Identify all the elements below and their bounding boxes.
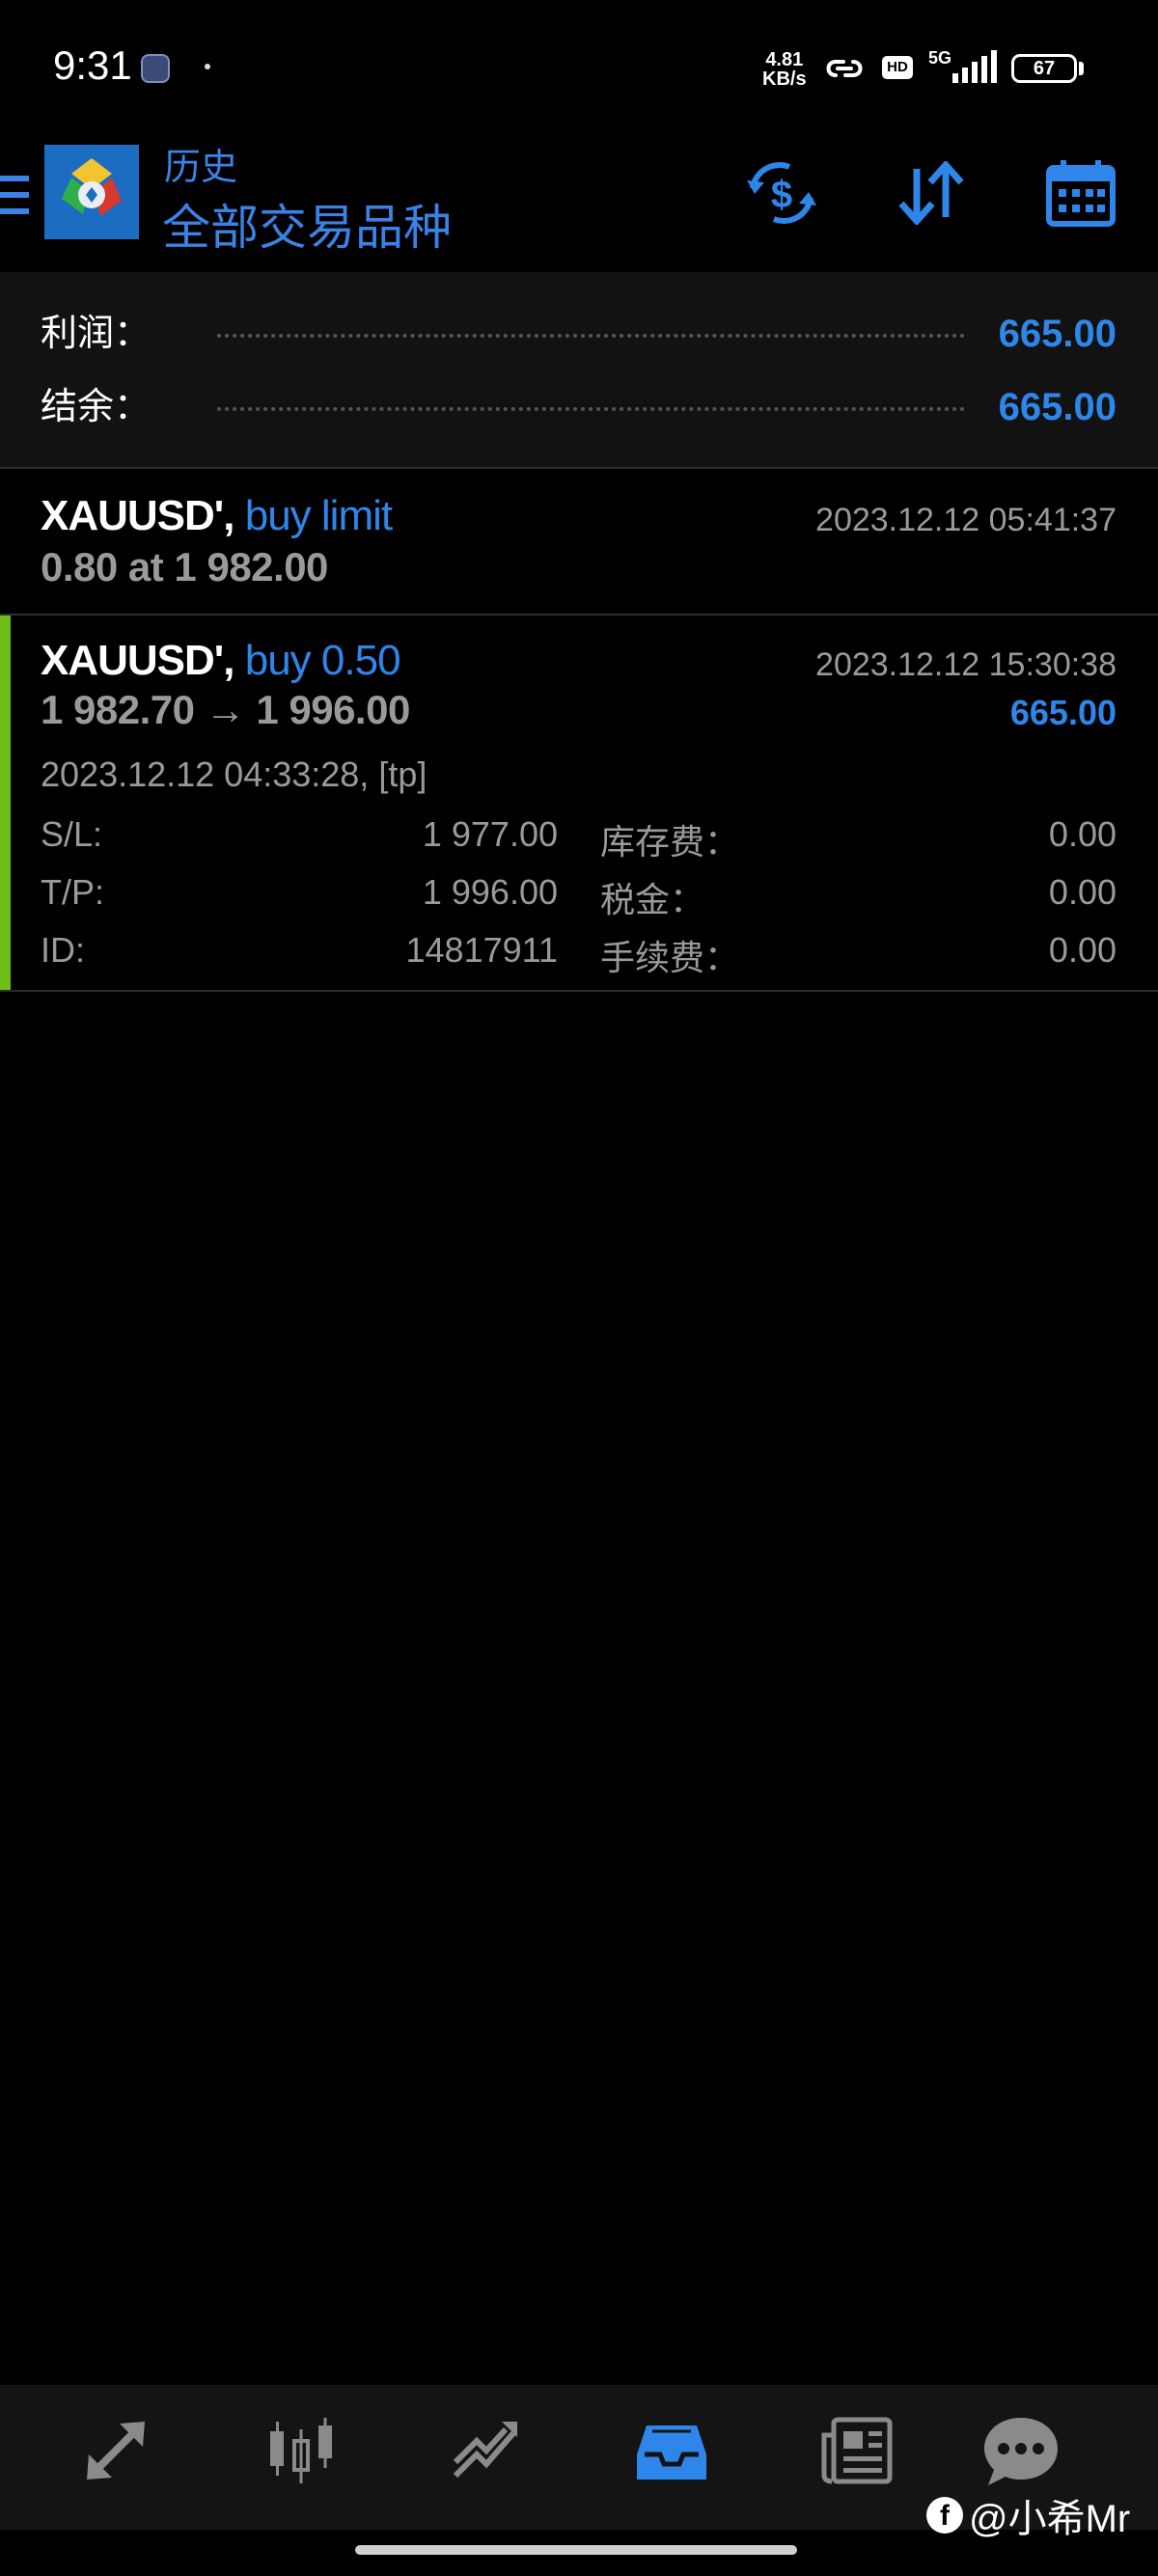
- sort-arrows-icon: [898, 161, 964, 225]
- order-separator: ,: [223, 492, 234, 539]
- menu-icon[interactable]: [0, 174, 31, 216]
- order-volume-price: 0.80 at 1 982.00: [41, 544, 328, 589]
- dotted-leader: [217, 407, 965, 411]
- order-symbol-line: XAUUSD', buy limit: [41, 492, 393, 540]
- metatrader-logo-icon: [44, 145, 139, 239]
- profit-indicator-bar: [0, 616, 11, 990]
- profit-value: 665.00: [998, 313, 1117, 355]
- history-summary: 利润： 665.00 结余： 665.00: [0, 272, 1158, 469]
- profit-label: 利润：: [41, 314, 152, 354]
- nav-trade-button[interactable]: [428, 2402, 544, 2499]
- currency-refresh-icon: $: [747, 162, 816, 224]
- notification-app-icon: [141, 54, 170, 83]
- balance-label: 结余：: [41, 387, 152, 427]
- trade-icon: [453, 2422, 517, 2479]
- nav-quotes-button[interactable]: [58, 2402, 174, 2499]
- order-time: 2023.12.12 05:41:37: [815, 502, 1117, 538]
- link-icon: [826, 60, 863, 77]
- calendar-button[interactable]: [1037, 154, 1124, 232]
- header-subtitle: 历史: [164, 148, 238, 188]
- quotes-icon: [87, 2422, 145, 2480]
- nav-chat-button[interactable]: [963, 2402, 1079, 2499]
- deal-separator: ,: [223, 637, 234, 684]
- calendar-icon: [1046, 160, 1116, 227]
- deal-type: buy 0.50: [244, 637, 401, 684]
- sl-label: S/L:: [41, 814, 103, 854]
- summary-profit-row: 利润： 665.00: [0, 305, 1158, 363]
- dotted-leader: [217, 334, 965, 338]
- facebook-logo-icon: f: [926, 2497, 963, 2534]
- sort-button[interactable]: [888, 154, 975, 232]
- nav-chart-button[interactable]: [243, 2402, 359, 2499]
- deal-profit: 665.00: [1009, 693, 1117, 732]
- network-type-label: 5G: [928, 48, 952, 68]
- sl-value: 1 977.00: [422, 814, 558, 854]
- chat-icon: [984, 2418, 1058, 2485]
- network-speed: 4.81 KB/s: [762, 50, 807, 89]
- deal-row-buy-expanded[interactable]: XAUUSD', buy 0.50 2023.12.12 15:30:38 1 …: [0, 616, 1158, 992]
- order-type: buy limit: [244, 492, 393, 539]
- deal-price-change: 1 982.70 → 1 996.00: [41, 687, 410, 732]
- nav-news-button[interactable]: [799, 2402, 915, 2499]
- tax-label: 税金：: [600, 880, 705, 919]
- order-symbol: XAUUSD': [41, 492, 224, 539]
- network-speed-value: 4.81: [765, 49, 804, 70]
- mt5-history-screen: 9:31 4.81 KB/s HD 5G 67 历史 全部交易品种 $ 利润： …: [0, 0, 1158, 2576]
- deal-symbol: XAUUSD': [41, 637, 224, 684]
- summary-balance-row: 结余： 665.00: [0, 378, 1158, 436]
- tax-value: 0.00: [1048, 872, 1117, 912]
- status-bar: 9:31 4.81 KB/s HD 5G 67: [0, 0, 1158, 135]
- notification-dot-icon: [205, 64, 210, 69]
- hd-badge: HD: [882, 56, 913, 79]
- commission-value: 0.00: [1048, 930, 1117, 970]
- symbol-filter-title[interactable]: 全部交易品种: [162, 189, 452, 259]
- metatrader-logo: [44, 145, 139, 239]
- order-row-buy-limit[interactable]: XAUUSD', buy limit 2023.12.12 05:41:37 0…: [0, 469, 1158, 616]
- svg-text:$: $: [771, 174, 792, 216]
- watermark-text: @小希Mr: [969, 2498, 1131, 2540]
- deal-symbol-line: XAUUSD', buy 0.50: [41, 637, 401, 685]
- signal-strength-icon: [952, 50, 997, 83]
- deal-open-time: 2023.12.12 04:33:28, [tp]: [41, 754, 427, 794]
- battery-tip: [1079, 62, 1084, 75]
- nav-history-button[interactable]: [614, 2402, 730, 2499]
- home-indicator[interactable]: [355, 2545, 797, 2555]
- deal-close-time: 2023.12.12 15:30:38: [815, 646, 1117, 683]
- tp-label: T/P:: [41, 872, 105, 912]
- chart-icon: [270, 2418, 332, 2483]
- status-time: 9:31: [53, 42, 132, 88]
- swap-value: 0.00: [1048, 814, 1117, 854]
- tp-value: 1 996.00: [422, 872, 558, 912]
- watermark: f @小希Mr: [926, 2487, 1130, 2543]
- id-label: ID:: [41, 930, 86, 970]
- battery-indicator: 67: [1011, 54, 1077, 83]
- news-icon: [821, 2417, 893, 2484]
- balance-value: 665.00: [998, 386, 1117, 428]
- id-value: 14817911: [405, 930, 559, 970]
- currency-exchange-button[interactable]: $: [738, 154, 825, 232]
- network-speed-unit: KB/s: [762, 69, 807, 90]
- commission-label: 手续费：: [600, 938, 740, 977]
- swap-label: 库存费：: [600, 822, 740, 862]
- history-icon: [637, 2425, 706, 2480]
